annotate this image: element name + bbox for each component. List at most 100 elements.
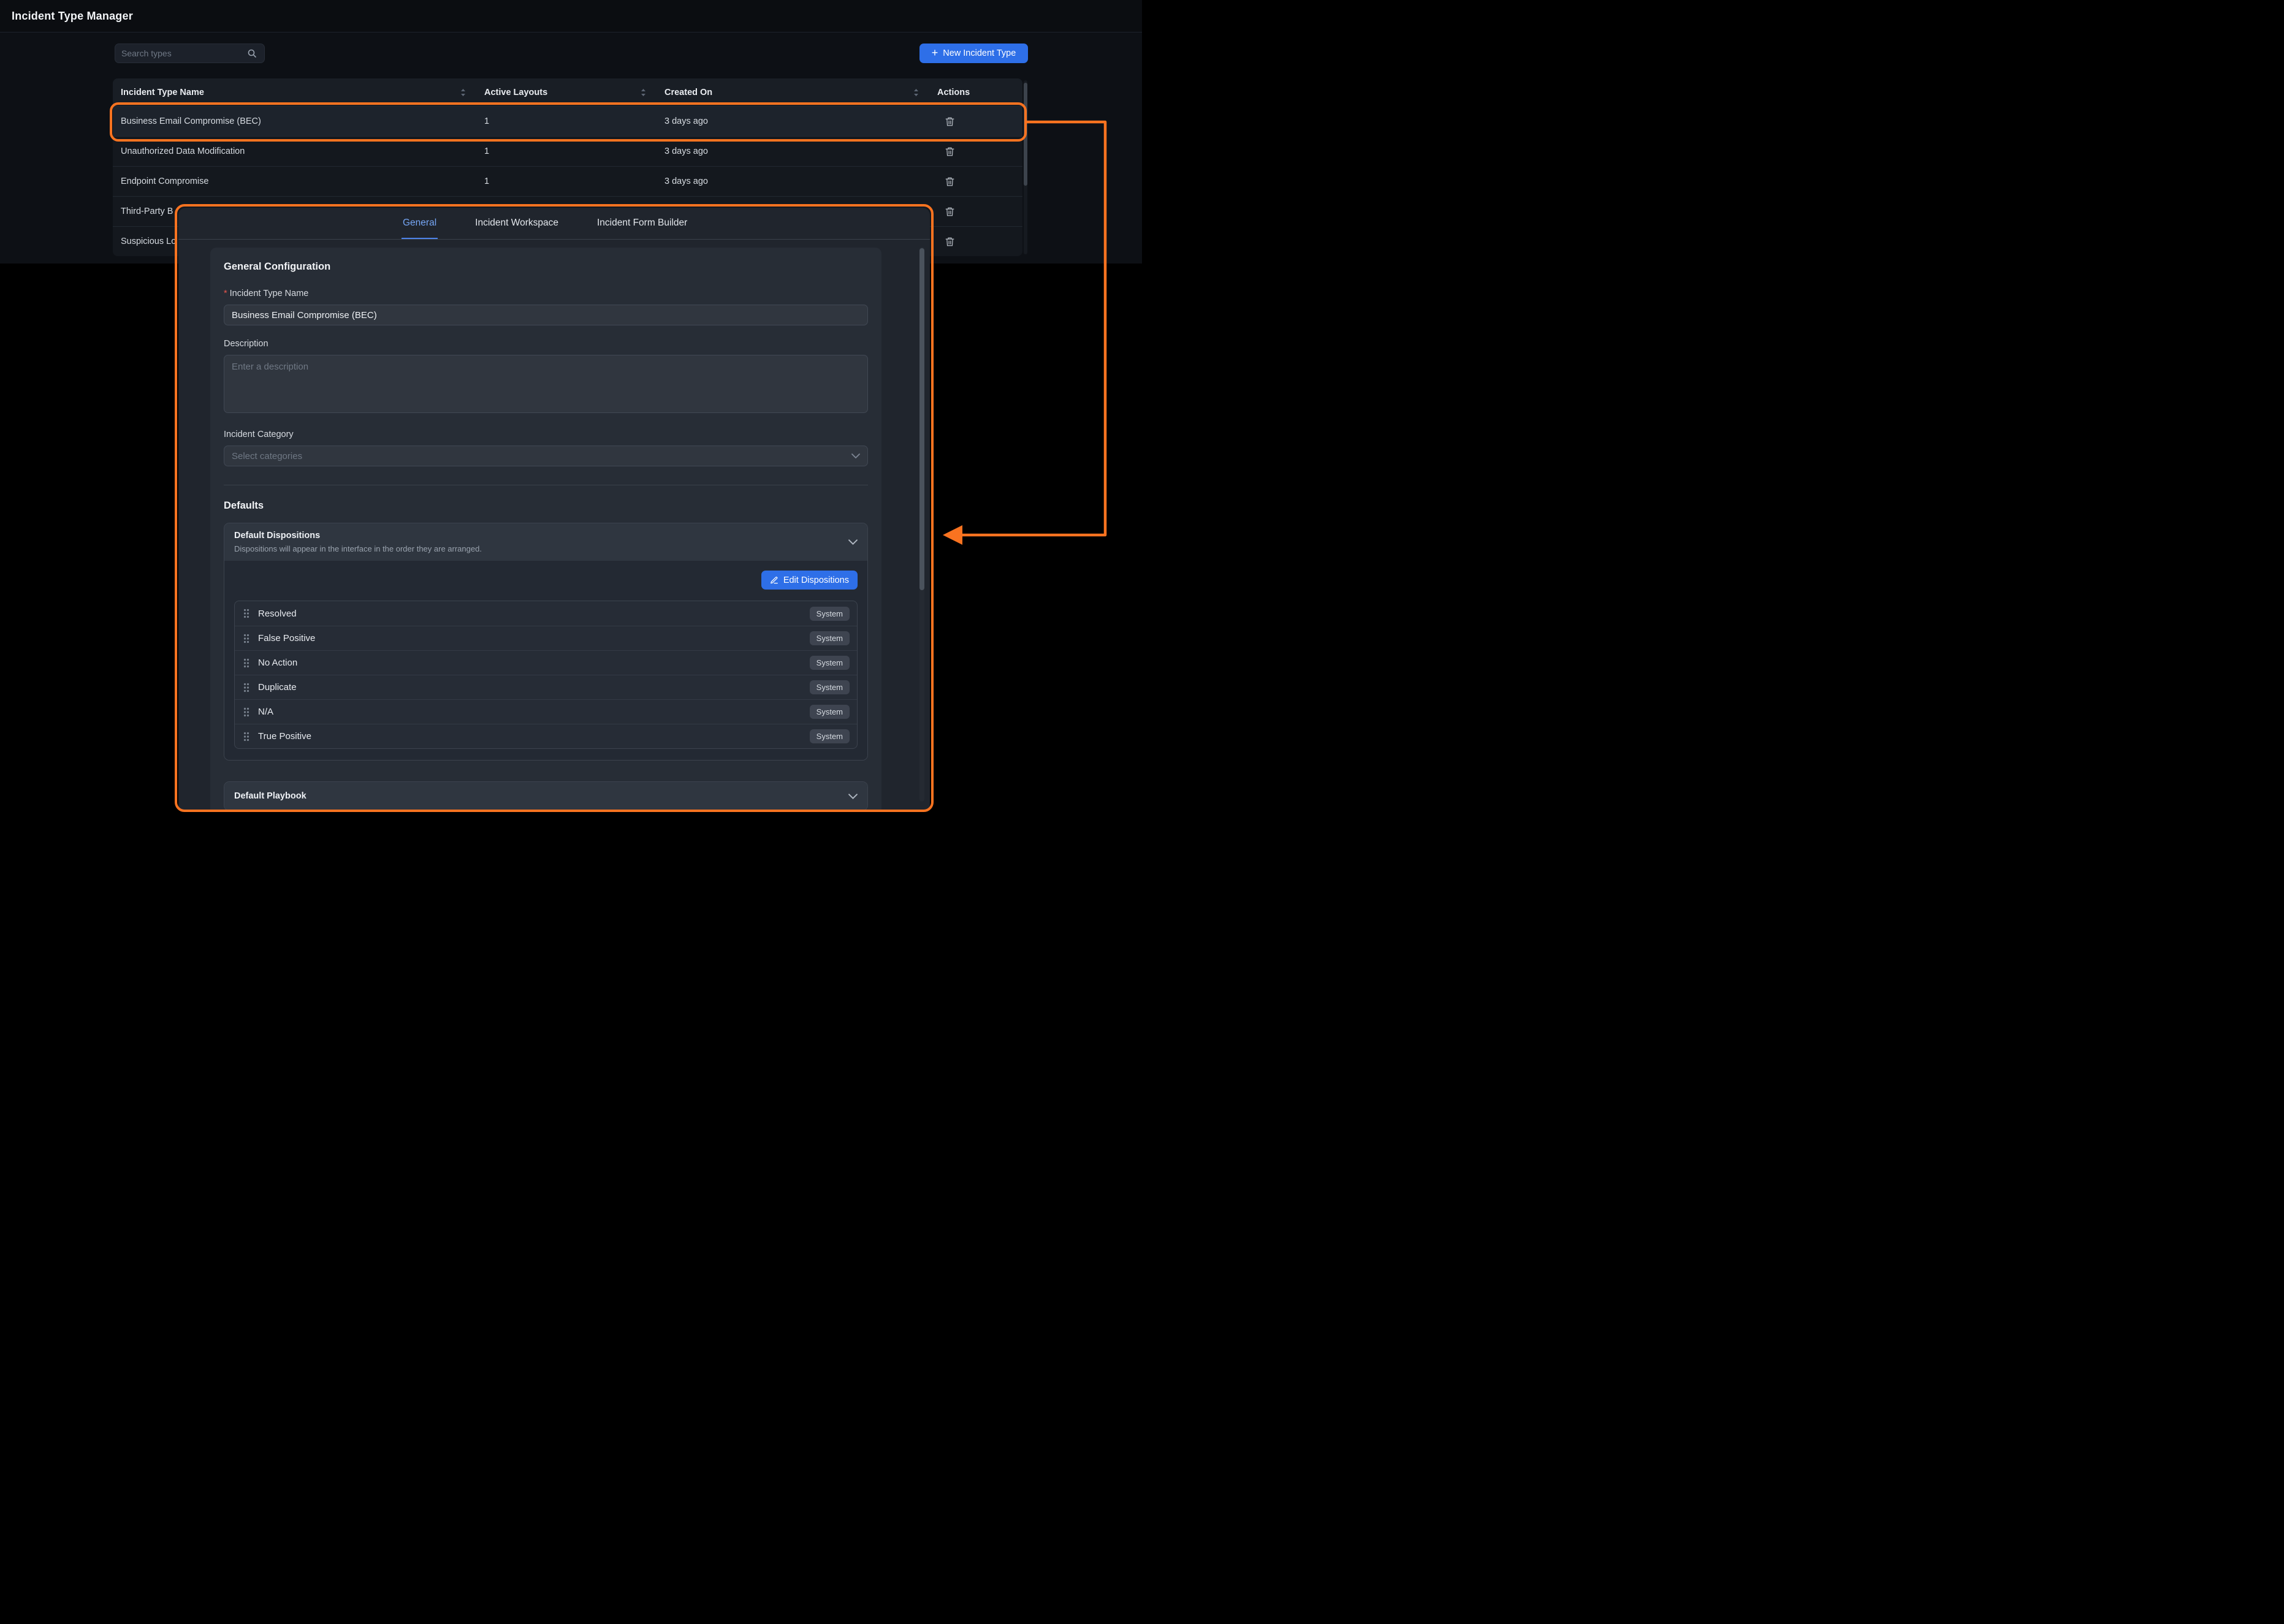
trash-icon — [945, 146, 954, 157]
tab-incident-workspace[interactable]: Incident Workspace — [474, 208, 560, 239]
system-badge: System — [810, 656, 850, 670]
app-header: Incident Type Manager — [0, 0, 1142, 32]
default-dispositions-subtitle: Dispositions will appear in the interfac… — [234, 544, 482, 553]
default-playbook-panel: Default Playbook — [224, 781, 868, 811]
trash-icon — [945, 207, 954, 217]
default-dispositions-title: Default Dispositions — [234, 531, 482, 541]
delete-button[interactable] — [943, 204, 957, 219]
incident-type-name-label-text: Incident Type Name — [230, 289, 309, 298]
cell-active-layouts: 1 — [476, 176, 657, 186]
general-configuration-title: General Configuration — [224, 261, 868, 273]
cell-incident-type-name: Unauthorized Data Modification — [113, 146, 476, 156]
cell-created-on: 3 days ago — [657, 146, 929, 156]
edit-dispositions-button[interactable]: Edit Dispositions — [761, 571, 858, 590]
default-playbook-header[interactable]: Default Playbook — [224, 782, 867, 810]
disposition-item: No Action System — [235, 650, 857, 675]
dispositions-list: Resolved System False Positive System No… — [234, 601, 858, 749]
table-row[interactable]: Unauthorized Data Modification 1 3 days … — [113, 136, 1022, 166]
default-dispositions-header[interactable]: Default Dispositions Dispositions will a… — [224, 523, 867, 561]
tab-general[interactable]: General — [402, 208, 438, 239]
table-header-row: Incident Type Name Active Layouts Create… — [113, 78, 1022, 106]
drag-handle-icon[interactable] — [242, 706, 251, 718]
search-input[interactable] — [115, 48, 247, 58]
sort-icon — [913, 88, 919, 97]
modal-scrollbar-thumb[interactable] — [919, 248, 924, 590]
page-title: Incident Type Manager — [12, 10, 133, 23]
incident-type-name-label: * Incident Type Name — [224, 289, 868, 298]
incident-type-name-input[interactable] — [224, 305, 868, 325]
default-dispositions-header-text: Default Dispositions Dispositions will a… — [234, 531, 482, 553]
table-scrollbar — [1024, 80, 1027, 254]
arrowhead-annotation — [943, 525, 962, 545]
drag-handle-icon[interactable] — [242, 632, 251, 645]
description-textarea[interactable] — [224, 355, 868, 413]
chevron-down-icon[interactable] — [848, 539, 858, 545]
cell-active-layouts: 1 — [476, 116, 657, 126]
table-row[interactable]: Endpoint Compromise 1 3 days ago — [113, 166, 1022, 196]
system-badge: System — [810, 631, 850, 645]
new-incident-type-label: New Incident Type — [943, 48, 1016, 58]
defaults-title: Defaults — [224, 500, 868, 512]
disposition-label: Resolved — [258, 609, 810, 619]
trash-icon — [945, 176, 954, 187]
system-badge: System — [810, 705, 850, 719]
incident-category-label: Incident Category — [224, 430, 868, 439]
edit-dispositions-label: Edit Dispositions — [783, 575, 849, 585]
default-playbook-title: Default Playbook — [234, 791, 306, 801]
table-row[interactable]: Business Email Compromise (BEC) 1 3 days… — [113, 106, 1022, 136]
column-header-created-on-label: Created On — [664, 88, 712, 97]
column-header-active-layouts[interactable]: Active Layouts — [476, 78, 657, 106]
sort-icon — [460, 88, 466, 97]
drag-handle-icon[interactable] — [242, 657, 251, 669]
system-badge: System — [810, 729, 850, 743]
cell-incident-type-name: Business Email Compromise (BEC) — [113, 116, 476, 126]
cell-incident-type-name: Endpoint Compromise — [113, 176, 476, 186]
cell-created-on: 3 days ago — [657, 176, 929, 186]
delete-button[interactable] — [943, 234, 957, 249]
plus-icon: + — [932, 47, 938, 58]
column-header-created-on[interactable]: Created On — [657, 78, 929, 106]
sort-icon — [640, 88, 647, 97]
incident-category-placeholder: Select categories — [232, 451, 302, 461]
column-header-actions: Actions — [929, 78, 1022, 106]
description-label: Description — [224, 339, 868, 349]
general-configuration-card: General Configuration * Incident Type Na… — [210, 248, 881, 812]
default-dispositions-body: Edit Dispositions Resolved System False … — [224, 561, 867, 760]
default-dispositions-panel: Default Dispositions Dispositions will a… — [224, 523, 868, 761]
trash-icon — [945, 237, 954, 247]
column-header-name-label: Incident Type Name — [121, 88, 204, 97]
delete-button[interactable] — [943, 174, 957, 189]
incident-type-detail-modal: General Incident Workspace Incident Form… — [178, 208, 930, 812]
new-incident-type-button[interactable]: + New Incident Type — [919, 44, 1028, 63]
disposition-item: Resolved System — [235, 601, 857, 626]
system-badge: System — [810, 607, 850, 621]
table-scrollbar-thumb[interactable] — [1024, 83, 1027, 186]
disposition-label: N/A — [258, 707, 810, 717]
search-icon — [247, 48, 257, 58]
chevron-down-icon[interactable] — [848, 794, 858, 799]
trash-icon — [945, 116, 954, 127]
column-header-name[interactable]: Incident Type Name — [113, 78, 476, 106]
pencil-icon — [770, 576, 778, 585]
disposition-item: False Positive System — [235, 626, 857, 650]
cell-created-on: 3 days ago — [657, 116, 929, 126]
disposition-label: No Action — [258, 658, 810, 668]
drag-handle-icon[interactable] — [242, 730, 251, 743]
required-marker: * — [224, 289, 227, 298]
cell-active-layouts: 1 — [476, 146, 657, 156]
disposition-item: N/A System — [235, 699, 857, 724]
delete-button[interactable] — [943, 114, 957, 129]
drag-handle-icon[interactable] — [242, 681, 251, 694]
column-header-active-layouts-label: Active Layouts — [484, 88, 547, 97]
disposition-label: True Positive — [258, 731, 810, 742]
search-field[interactable] — [115, 44, 265, 63]
delete-button[interactable] — [943, 144, 957, 159]
drag-handle-icon[interactable] — [242, 607, 251, 620]
incident-category-select[interactable]: Select categories — [224, 446, 868, 466]
modal-tab-bar: General Incident Workspace Incident Form… — [178, 208, 930, 240]
chevron-down-icon — [851, 453, 860, 458]
modal-scrollbar — [919, 247, 924, 802]
column-header-actions-label: Actions — [937, 88, 970, 97]
disposition-item: Duplicate System — [235, 675, 857, 699]
tab-incident-form-builder[interactable]: Incident Form Builder — [596, 208, 688, 239]
